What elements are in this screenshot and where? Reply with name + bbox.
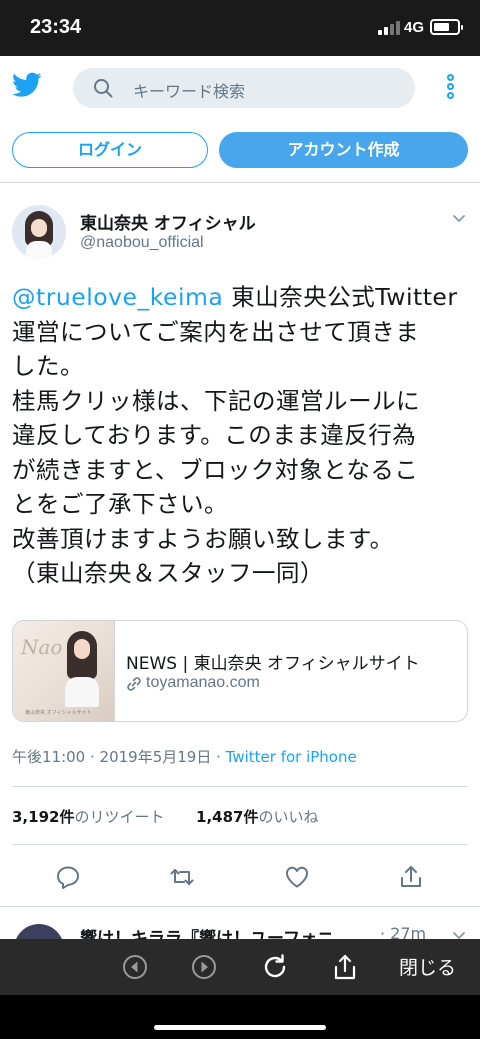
share-icon[interactable] — [398, 864, 424, 890]
link-card[interactable]: Nao 東山奈央 オフィシャルサイト NEWS | 東山奈央 オフィシャルサイト… — [12, 620, 468, 722]
forward-icon[interactable] — [190, 953, 218, 981]
divider — [0, 906, 480, 907]
search-placeholder: キーワード検索 — [133, 82, 246, 101]
divider — [12, 844, 468, 845]
tweet-text: @truelove_keima 東山奈央公式Twitter 運営についてご案内を… — [12, 280, 474, 591]
home-area — [0, 995, 480, 1039]
card-title: NEWS | 東山奈央 オフィシャルサイト — [126, 654, 420, 674]
back-icon[interactable] — [121, 953, 149, 981]
mention-link[interactable]: @truelove_keima — [12, 283, 223, 311]
tweet-line: した。 — [12, 352, 84, 380]
status-time: 23:34 — [30, 16, 82, 38]
chevron-down-icon[interactable] — [452, 929, 466, 939]
retweet-stat[interactable]: 3,192件のリツイート — [12, 808, 164, 826]
tweet-source-link[interactable]: Twitter for iPhone — [226, 748, 357, 766]
tweet-meta: 午後11:00 · 2019年5月19日 · Twitter for iPhon… — [12, 746, 357, 767]
twitter-logo-icon[interactable] — [12, 72, 42, 98]
top-bar: キーワード検索 — [0, 56, 480, 120]
tweet-line: が続きますと、ブロック対象となるこ — [12, 455, 419, 484]
like-heart-icon[interactable] — [284, 864, 310, 890]
divider — [0, 182, 480, 183]
card-domain: toyamanao.com — [146, 674, 260, 691]
login-button[interactable]: ログイン — [12, 132, 208, 168]
battery-icon — [430, 19, 463, 35]
tweet-line: とをご了承下さい。 — [12, 490, 228, 518]
retweet-icon[interactable] — [169, 864, 195, 890]
thumbnail-caption: 東山奈央 オフィシャルサイト — [25, 710, 92, 716]
close-button[interactable]: 閉じる — [399, 953, 456, 980]
signal-icon — [378, 21, 400, 35]
thumbnail-script: Nao — [21, 635, 63, 659]
tweet-timestamp: 午後11:00 · 2019年5月19日 · — [12, 748, 226, 766]
display-name[interactable]: 東山奈央 オフィシャル — [80, 209, 256, 234]
search-icon — [94, 79, 113, 98]
share-icon[interactable] — [331, 953, 359, 981]
link-icon — [127, 677, 141, 691]
reply-icon[interactable] — [55, 864, 81, 890]
reload-icon[interactable] — [261, 953, 289, 981]
more-menu-icon[interactable] — [446, 74, 456, 100]
browser-toolbar: 閉じる — [0, 939, 480, 995]
avatar[interactable] — [14, 924, 64, 939]
signup-button[interactable]: アカウント作成 — [219, 132, 468, 168]
tweet-line: （東山奈央＆スタッフ一同） — [12, 559, 324, 587]
network-type: 4G — [404, 19, 425, 36]
divider — [12, 786, 468, 787]
status-bar: 23:34 4G — [0, 0, 480, 56]
user-handle[interactable]: @naobou_official — [80, 234, 204, 252]
tweet-line: 改善頂けますようお願い致します。 — [12, 524, 394, 553]
card-thumbnail: Nao 東山奈央 オフィシャルサイト — [13, 621, 115, 721]
search-bar[interactable]: キーワード検索 — [73, 68, 415, 108]
chevron-down-icon[interactable] — [452, 212, 466, 226]
display-name[interactable]: 響け！キララ『響け！ユーフォニ... — [80, 924, 353, 939]
like-stat[interactable]: 1,487件のいいね — [196, 808, 318, 826]
tweet-line: 運営についてご案内を出させて頂きま — [12, 317, 420, 346]
tweet-stats: 3,192件のリツイート 1,487件のいいね — [12, 806, 319, 827]
tweet-line: 桂馬クリッ様は、下記の運営ルールに — [12, 386, 420, 415]
home-indicator[interactable] — [154, 1025, 326, 1030]
tweet-timestamp: · 27m — [380, 924, 427, 939]
next-tweet[interactable]: 響け！キララ『響け！ユーフォニ... · 27m — [0, 909, 480, 939]
tweet-line: 違反しております。このまま違反行為 — [12, 421, 417, 449]
avatar[interactable] — [12, 205, 66, 259]
